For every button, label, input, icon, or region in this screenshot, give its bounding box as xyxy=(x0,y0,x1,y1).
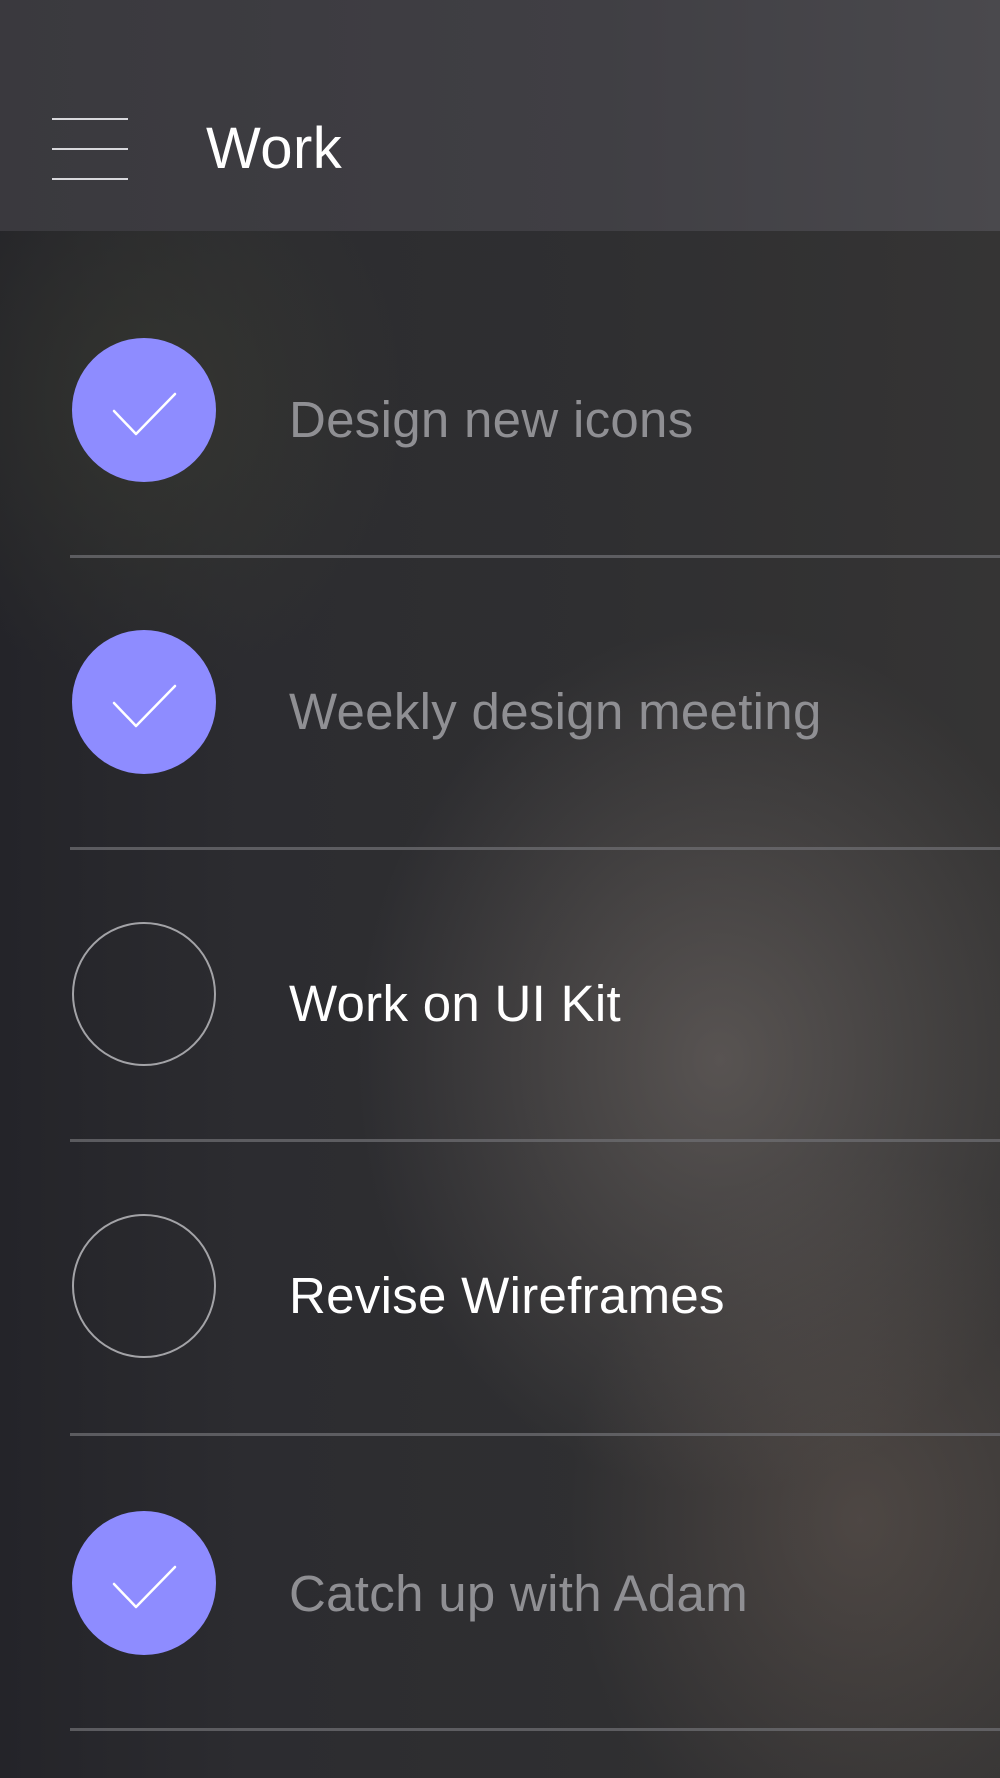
divider xyxy=(70,1728,1000,1731)
task-item[interactable]: Design new icons xyxy=(0,231,1000,523)
checkmark-icon xyxy=(112,392,177,436)
task-checkbox-unchecked[interactable] xyxy=(72,1214,216,1358)
task-label: Revise Wireframes xyxy=(289,1267,725,1324)
menu-button[interactable] xyxy=(52,118,128,180)
task-item[interactable]: Weekly design meeting xyxy=(0,523,1000,815)
checkmark-icon xyxy=(112,684,177,728)
top-bar: Work xyxy=(0,0,1000,231)
checkmark-icon xyxy=(112,1565,177,1609)
task-label: Weekly design meeting xyxy=(289,683,822,740)
task-checkbox-checked[interactable] xyxy=(72,1511,216,1655)
task-checkbox-unchecked[interactable] xyxy=(72,922,216,1066)
task-item[interactable]: Catch up with Adam xyxy=(0,1402,1000,1694)
task-label: Design new icons xyxy=(289,391,694,448)
task-checkbox-checked[interactable] xyxy=(72,630,216,774)
task-label: Work on UI Kit xyxy=(289,975,622,1032)
task-item[interactable]: Revise Wireframes xyxy=(0,1107,1000,1399)
task-checkbox-checked[interactable] xyxy=(72,338,216,482)
task-label: Catch up with Adam xyxy=(289,1565,748,1622)
task-item[interactable]: Work on UI Kit xyxy=(0,815,1000,1107)
page-title: Work xyxy=(206,116,343,181)
